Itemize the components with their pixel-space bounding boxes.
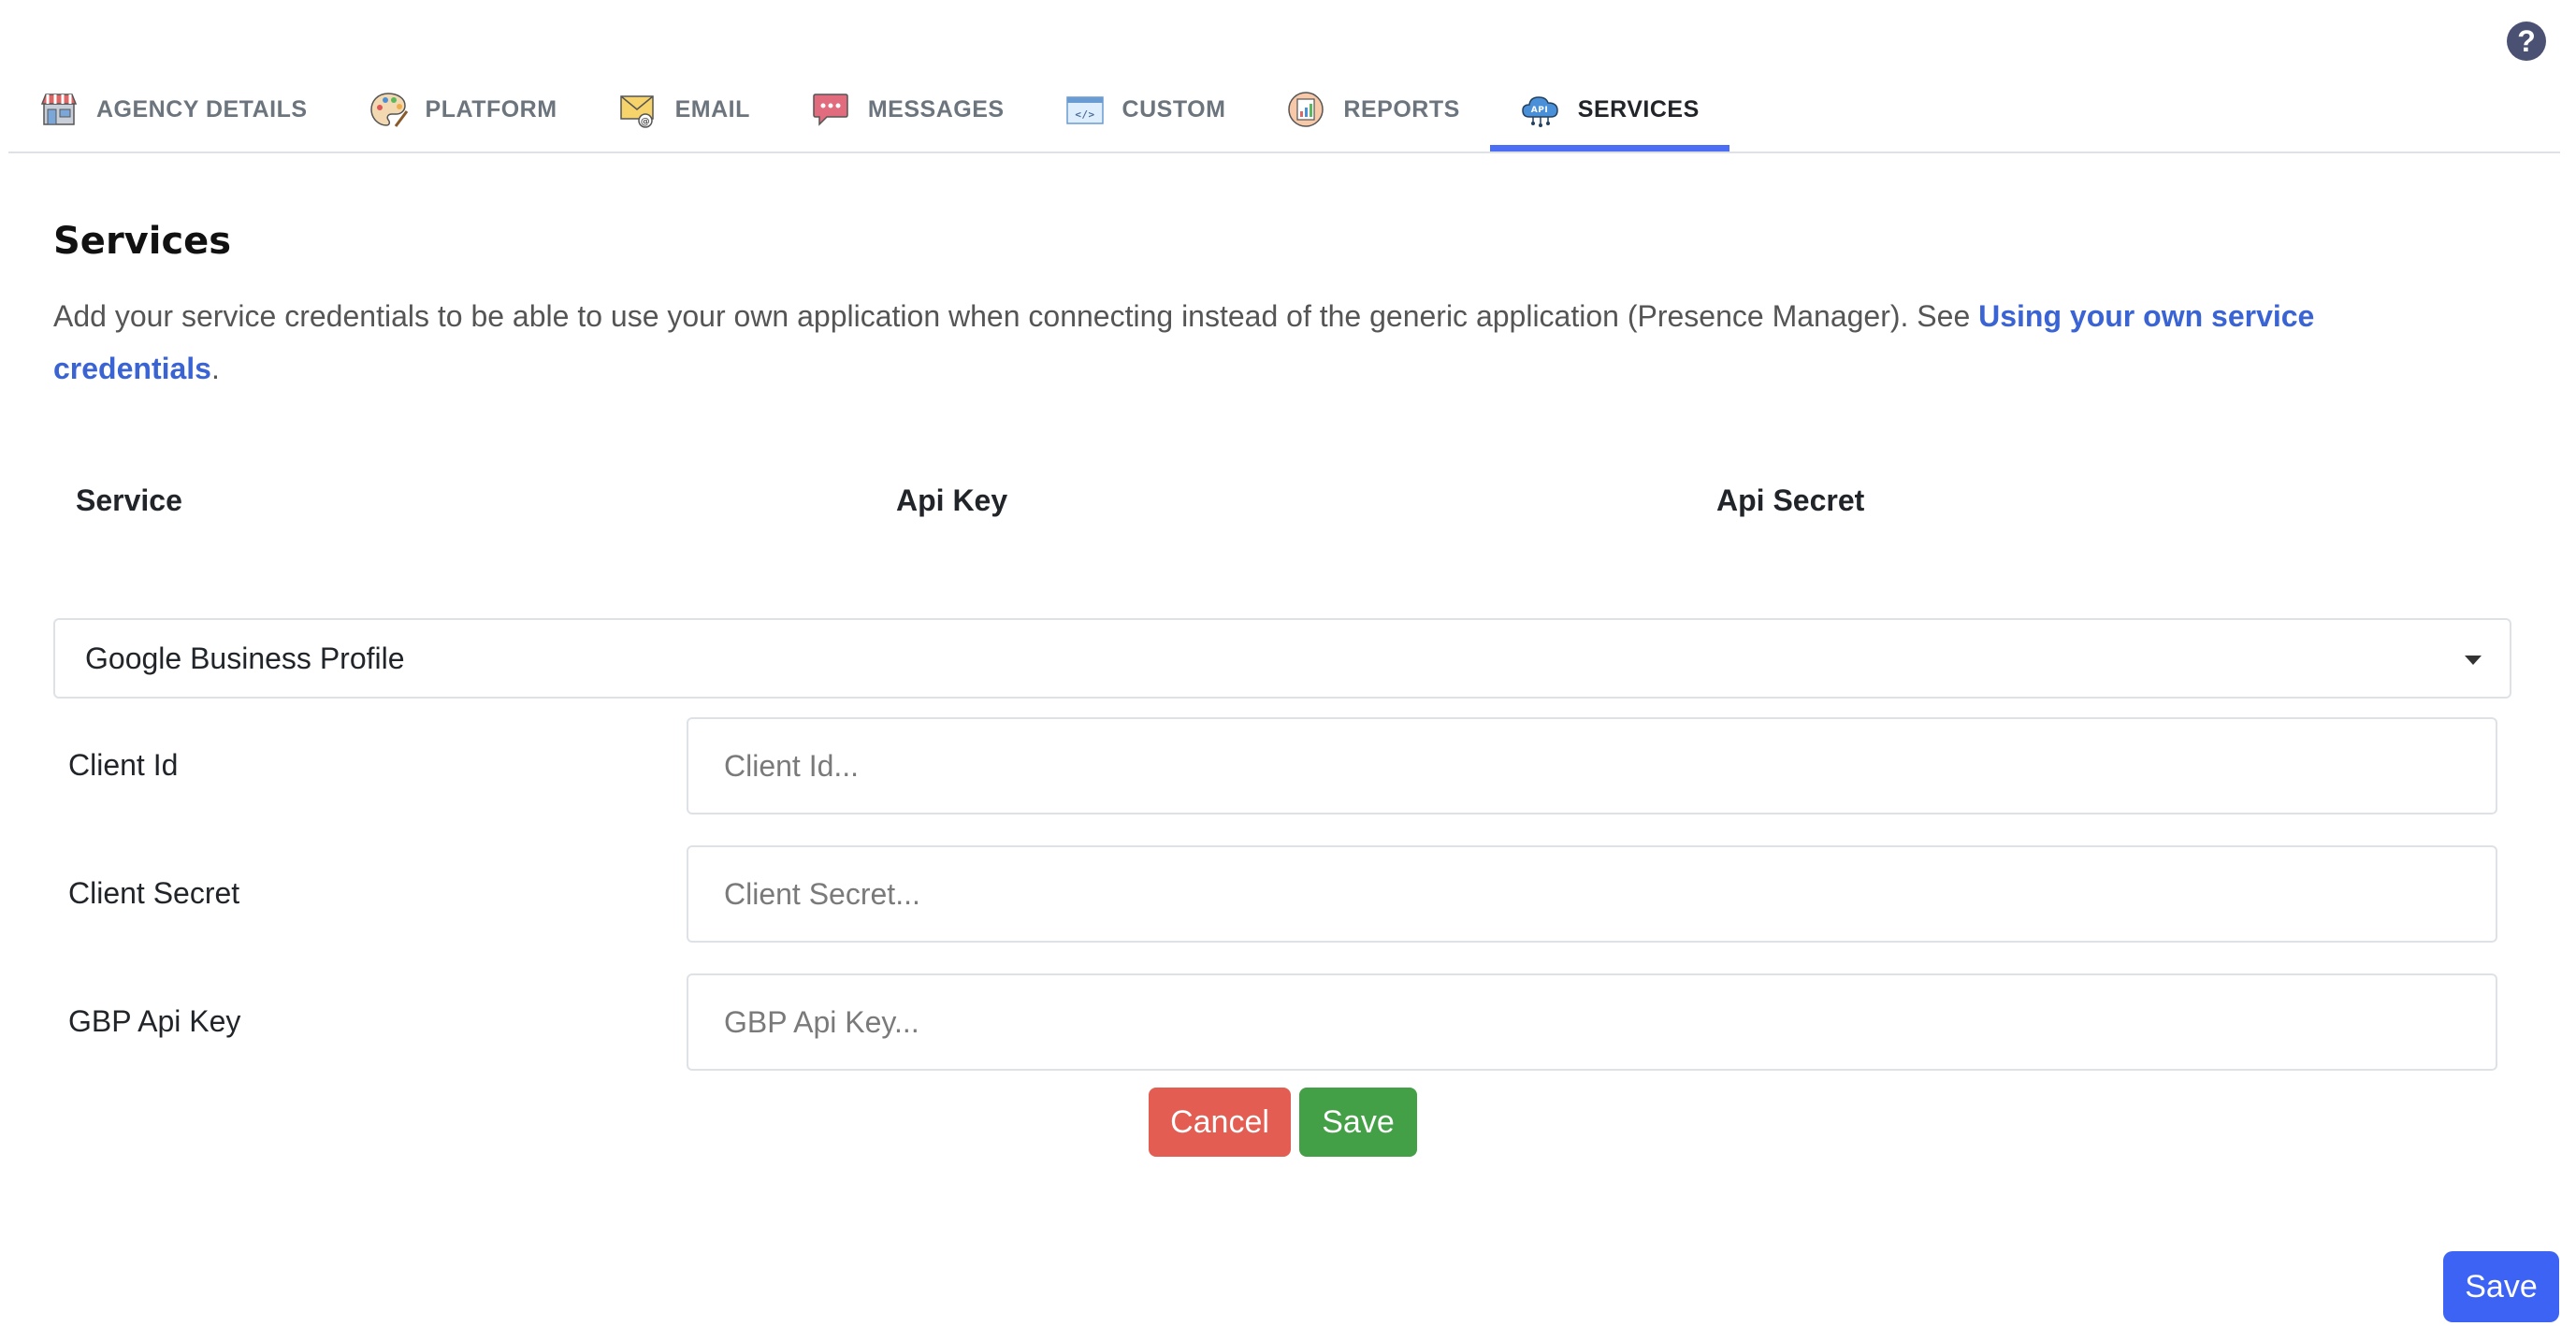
code-window-icon: </> — [1065, 96, 1104, 124]
svg-text:@: @ — [640, 117, 650, 127]
page-title: Services — [53, 220, 232, 263]
tab-label: SERVICES — [1577, 95, 1700, 123]
tab-label: CUSTOM — [1122, 95, 1226, 123]
service-select[interactable]: Google Business Profile — [53, 618, 2511, 699]
help-icon[interactable]: ? — [2507, 22, 2546, 61]
tab-label: REPORTS — [1343, 95, 1460, 123]
tab-reports[interactable]: REPORTS — [1255, 69, 1489, 150]
save-service-button[interactable]: Save — [1299, 1088, 1417, 1157]
svg-text:</>: </> — [1075, 108, 1094, 121]
tab-custom[interactable]: </> CUSTOM — [1035, 69, 1256, 150]
gbp-api-key-input[interactable] — [687, 973, 2497, 1071]
page-description: Add your service credentials to be able … — [53, 290, 2448, 395]
tab-agency-details[interactable]: AGENCY DETAILS — [8, 69, 338, 150]
service-select-value: Google Business Profile — [85, 641, 405, 675]
api-cloud-icon: API — [1522, 96, 1558, 127]
tab-services[interactable]: API SERVICES — [1489, 69, 1729, 151]
svg-text:API: API — [1531, 106, 1548, 115]
client-id-label: Client Id — [68, 748, 179, 782]
tab-label: AGENCY DETAILS — [96, 95, 308, 123]
tab-email[interactable]: @ EMAIL — [587, 69, 780, 150]
tab-messages[interactable]: MESSAGES — [780, 69, 1035, 150]
client-id-input[interactable] — [687, 717, 2497, 814]
tab-label: MESSAGES — [867, 95, 1005, 123]
tab-label: EMAIL — [674, 95, 750, 123]
client-secret-label: Client Secret — [68, 876, 240, 910]
storefront-icon — [40, 94, 78, 125]
chat-bubble-icon — [813, 94, 848, 126]
column-header-api-secret: Api Secret — [1716, 483, 1865, 517]
description-text: Add your service credentials to be able … — [53, 299, 1979, 333]
settings-tabs: AGENCY DETAILS PLATFORM @ EMAIL MESSAGES — [8, 69, 2560, 153]
save-button[interactable]: Save — [2443, 1251, 2559, 1322]
gbp-api-key-label: GBP Api Key — [68, 1004, 241, 1038]
palette-icon — [369, 93, 408, 127]
column-header-service: Service — [76, 483, 182, 517]
tab-platform[interactable]: PLATFORM — [338, 69, 587, 150]
envelope-icon: @ — [619, 95, 654, 128]
client-secret-input[interactable] — [687, 845, 2497, 943]
description-end: . — [210, 352, 220, 385]
cancel-button[interactable]: Cancel — [1149, 1088, 1291, 1157]
tab-label: PLATFORM — [425, 95, 557, 123]
column-header-api-key: Api Key — [896, 483, 1008, 517]
caret-down-icon — [2465, 656, 2482, 665]
report-icon — [1288, 92, 1324, 127]
